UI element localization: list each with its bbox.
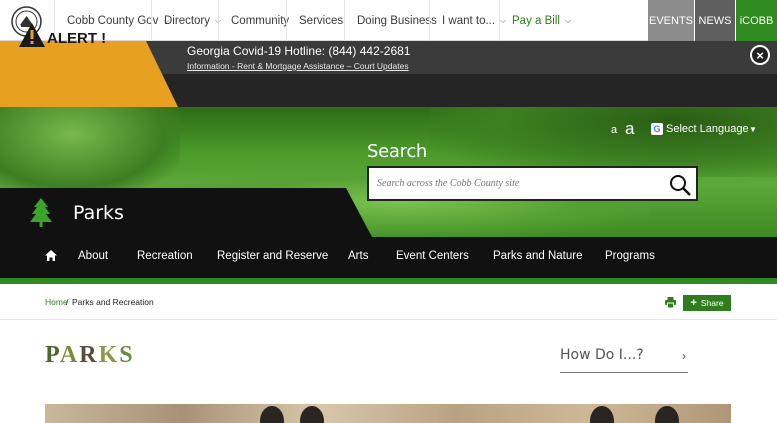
home-icon[interactable] — [45, 250, 57, 261]
top-navigation: Cobb County Gov ⌵ Directory ⌵ Community … — [0, 0, 777, 41]
search-box — [367, 166, 698, 201]
nav-community[interactable]: Community — [218, 0, 289, 41]
breadcrumb-current: Parks and Recreation — [72, 297, 154, 307]
search-input[interactable] — [377, 168, 657, 199]
dept-nav-parks-and-nature[interactable]: Parks and Nature — [493, 250, 583, 262]
dept-nav-about[interactable]: About — [78, 250, 108, 262]
chevron-down-icon: ⌵ — [564, 15, 572, 25]
language-select[interactable]: Select Language — [666, 123, 749, 135]
photo-figure — [300, 406, 324, 423]
icobb-button[interactable]: iCOBB — [736, 0, 777, 41]
nav-item-label: Services — [299, 14, 344, 27]
photo-figure — [655, 406, 679, 423]
alert-triangle-icon — [19, 23, 45, 47]
dept-nav-recreation[interactable]: Recreation — [137, 250, 193, 262]
nav-item-label: Pay a Bill — [512, 14, 560, 27]
covid-hotline-text: Georgia Covid-19 Hotline: (844) 442-2681 — [187, 44, 411, 58]
feature-photo — [45, 404, 731, 423]
dept-nav-register-and-reserve[interactable]: Register and Reserve — [217, 250, 328, 262]
font-size-small-button[interactable]: a — [611, 124, 617, 136]
share-button[interactable]: + Share — [683, 295, 731, 311]
department-tab — [0, 188, 372, 237]
nav-item-label: Directory — [164, 14, 211, 27]
share-label: Share — [700, 298, 724, 308]
close-icon[interactable]: × — [750, 45, 770, 65]
dept-nav-arts[interactable]: Arts — [348, 250, 368, 262]
events-button[interactable]: EVENTS — [648, 0, 694, 41]
department-title: Parks — [73, 202, 124, 224]
photo-figure — [260, 406, 284, 423]
page-title-letter: A — [59, 342, 80, 368]
plus-icon: + — [690, 296, 697, 309]
nav-directory[interactable]: Directory ⌵ — [151, 0, 221, 41]
page-title-letter: K — [98, 342, 120, 368]
how-do-i-dropdown[interactable]: How Do I...? › — [560, 343, 688, 373]
google-translate-icon: G — [651, 123, 663, 135]
alert-tab — [0, 41, 178, 107]
nav-i-want-to[interactable]: I want to... ⌵ — [429, 0, 506, 41]
page-title-letter: R — [79, 342, 99, 368]
caret-down-icon[interactable]: ▼ — [749, 125, 757, 134]
page-title-letter: P — [45, 342, 60, 368]
nav-doing-business[interactable]: Doing Business — [344, 0, 437, 41]
nav-item-label: I want to... — [442, 14, 496, 27]
how-do-i-label: How Do I...? — [560, 347, 644, 363]
font-size-large-button[interactable]: a — [625, 119, 634, 139]
news-button[interactable]: NEWS — [695, 0, 735, 41]
nav-pay-a-bill[interactable]: Pay a Bill ⌵ — [499, 0, 648, 41]
page-title: PARKS — [45, 342, 135, 369]
nav-item-label: Community — [231, 14, 290, 27]
page-title-letter: S — [119, 342, 135, 368]
dept-nav-event-centers[interactable]: Event Centers — [396, 250, 469, 262]
breadcrumb-separator: / — [66, 297, 69, 307]
print-icon[interactable] — [665, 297, 676, 308]
breadcrumb-home-link[interactable]: Home — [45, 297, 68, 307]
nav-services[interactable]: Services — [286, 0, 343, 41]
photo-figure — [590, 406, 614, 423]
alert-info-links[interactable]: Information - Rent & Mortgage Assistance… — [187, 61, 409, 71]
dept-nav-programs[interactable]: Programs — [605, 250, 655, 262]
search-icon[interactable] — [669, 174, 691, 196]
pine-tree-icon — [30, 198, 52, 227]
alert-label: ALERT ! — [47, 30, 107, 47]
nav-item-label: Doing Business — [357, 14, 437, 27]
search-heading: Search — [367, 141, 428, 162]
department-navigation — [0, 237, 777, 278]
chevron-right-icon: › — [682, 349, 686, 363]
nav-item-label: Cobb County Gov — [67, 14, 159, 27]
